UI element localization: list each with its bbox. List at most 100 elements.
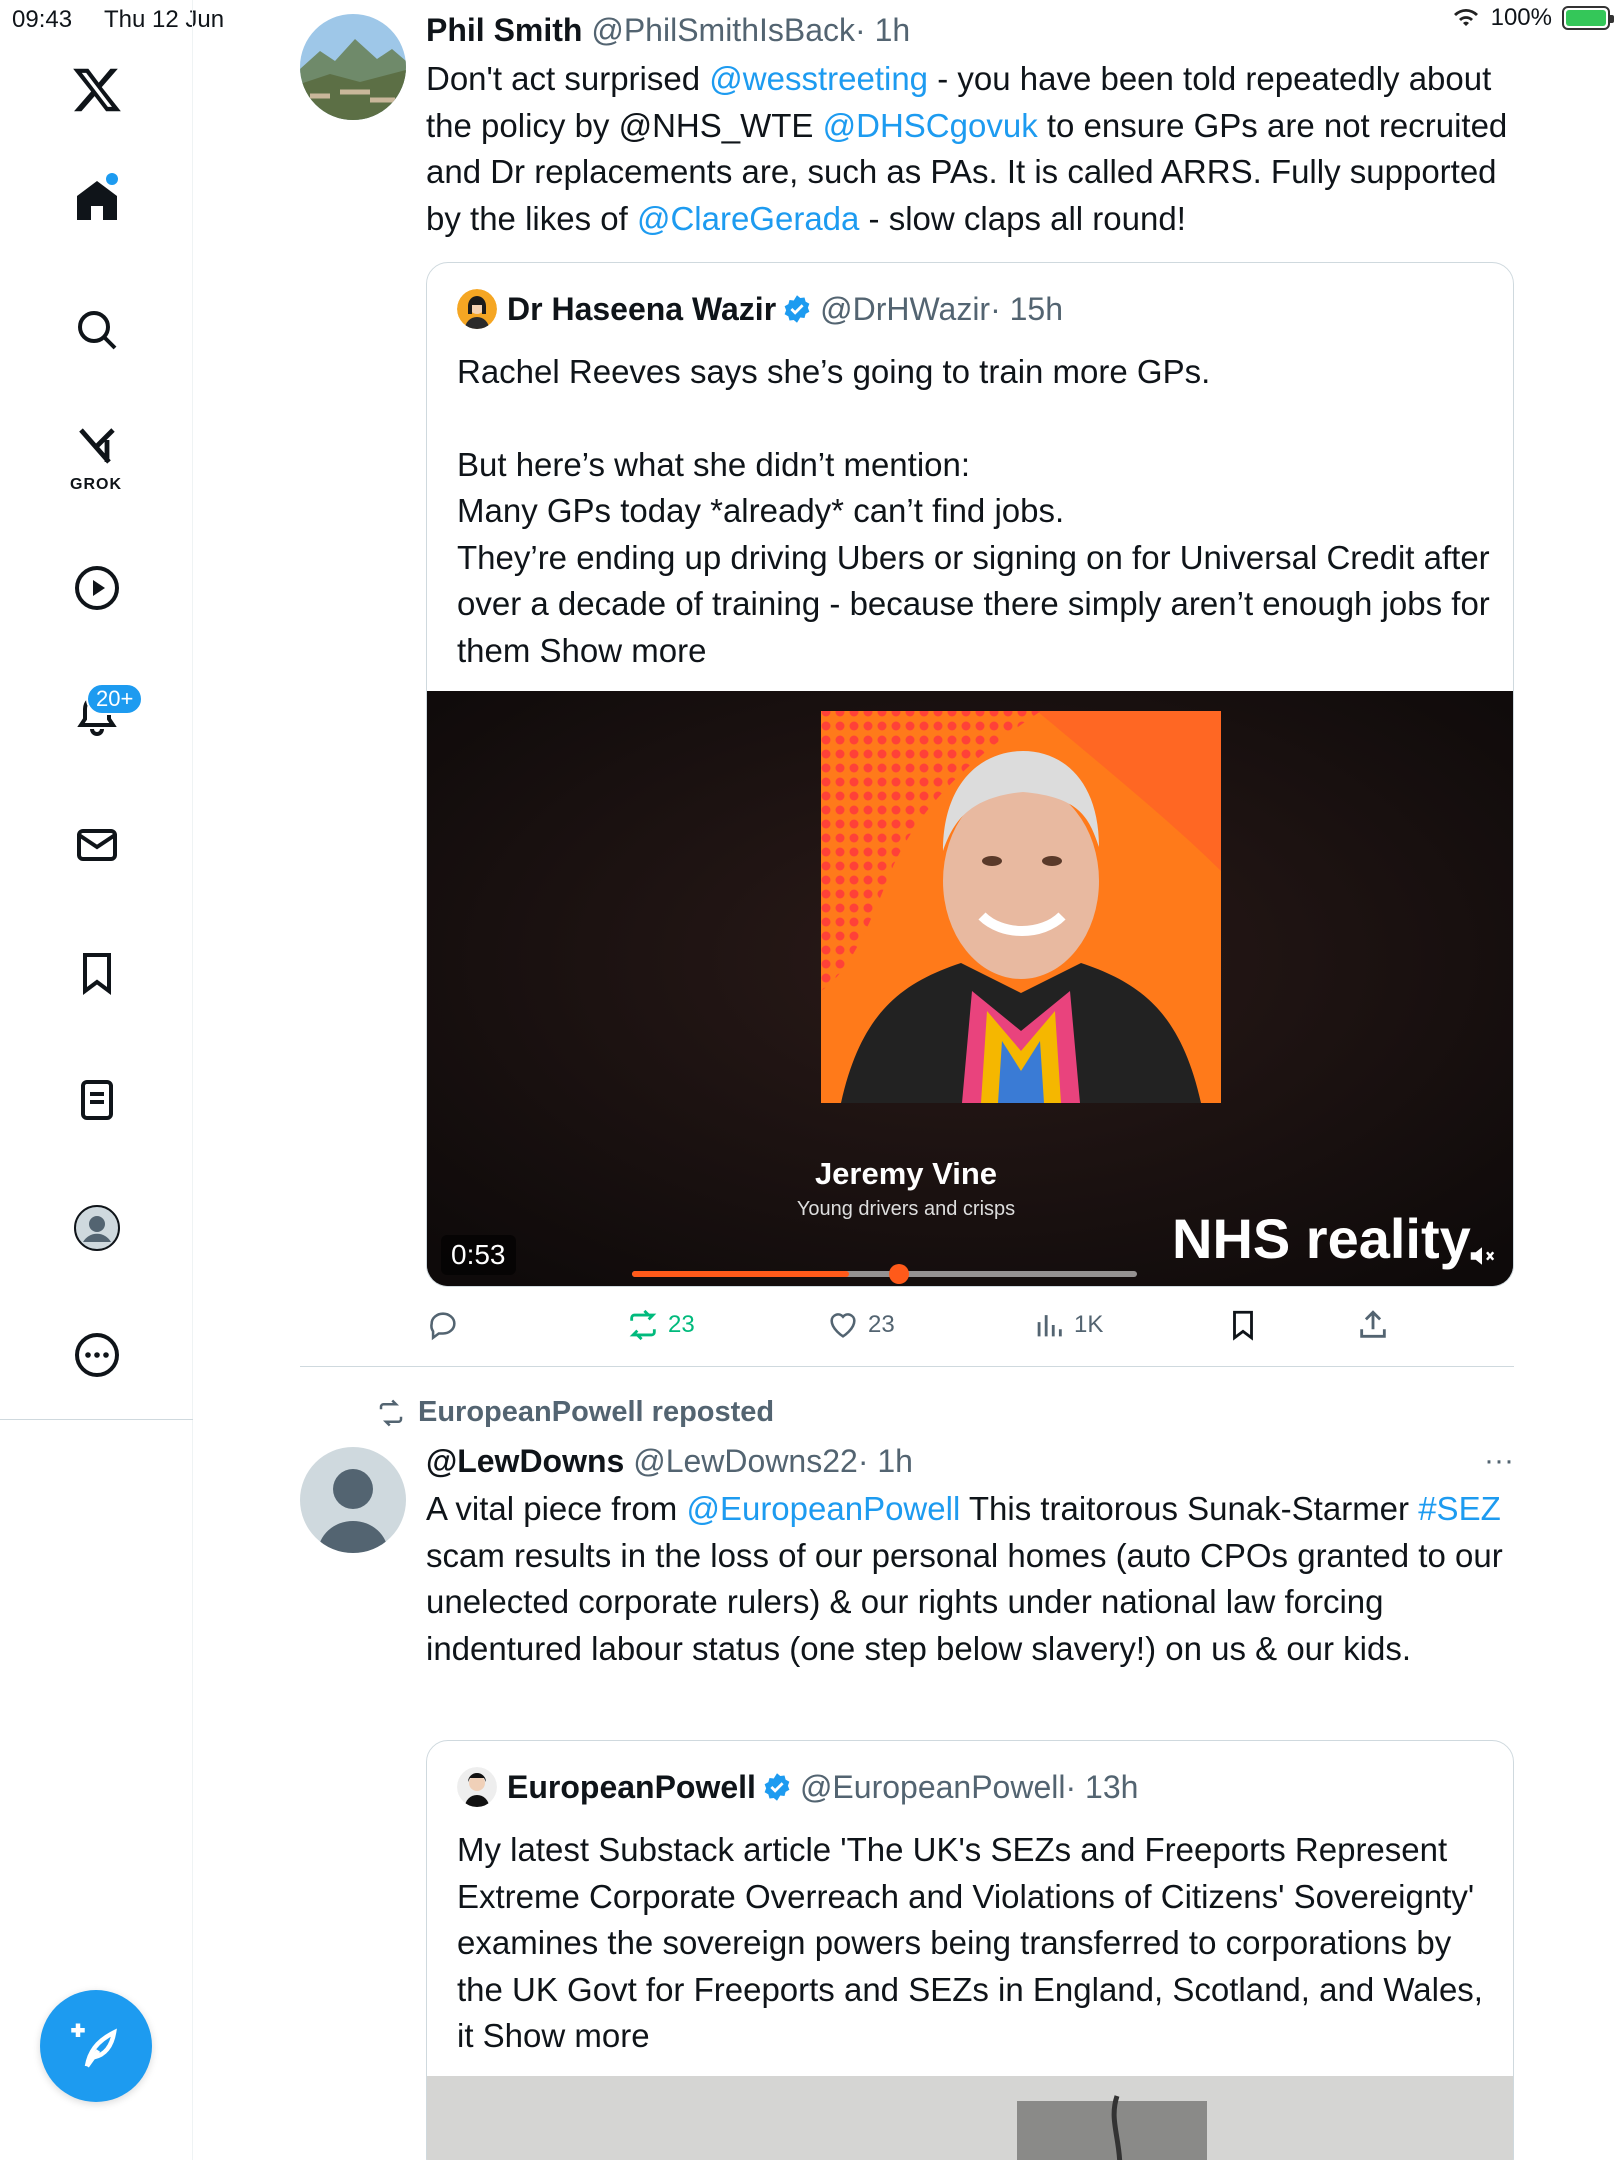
nav-profile[interactable]	[0, 1183, 193, 1273]
quote-text: My latest Substack article 'The UK's SEZ…	[457, 1827, 1497, 2060]
nav-lists[interactable]	[0, 1055, 193, 1145]
video-duration: 0:53	[441, 1235, 516, 1275]
play-icon	[74, 566, 119, 610]
mention-link[interactable]: @DHSCgovuk	[823, 107, 1038, 144]
video-overlay-text: NHS reality	[1172, 1207, 1471, 1270]
tweet-text: Don't act surprised @wesstreeting - you …	[426, 56, 1514, 242]
article-image-graphic	[427, 2076, 1513, 2160]
home-unread-dot	[106, 173, 118, 185]
grok-icon	[78, 428, 115, 464]
show-more-link[interactable]: Show more	[483, 2017, 650, 2054]
tweet-time[interactable]: · 1h	[855, 12, 910, 48]
reply-icon	[430, 1312, 456, 1341]
quote-line: Rachel Reeves says she’s going to train …	[457, 353, 1211, 390]
nav-messages[interactable]	[0, 800, 193, 890]
tweet-time[interactable]: · 1h	[858, 1443, 913, 1479]
video-scrubber[interactable]	[889, 1264, 910, 1284]
bookmark-icon	[82, 953, 111, 995]
bookmark-button[interactable]	[1226, 1308, 1260, 1342]
views-chart-icon	[1037, 1315, 1062, 1337]
show-more-link[interactable]: Show more	[540, 632, 707, 669]
mention-link[interactable]: @wesstreeting	[709, 60, 928, 97]
retweet-icon	[379, 1399, 403, 1426]
repost-indicator: EuropeanPowell reposted	[376, 1396, 774, 1429]
quote-text: Rachel Reeves says she’s going to train …	[457, 349, 1497, 674]
nav-more[interactable]	[0, 1310, 193, 1400]
quote-line: But here’s what she didn’t mention:	[457, 445, 971, 483]
like-button[interactable]: 23	[826, 1308, 895, 1342]
mention-link[interactable]: @ClareGerada	[637, 200, 859, 237]
avatar-lewdowns[interactable]	[300, 1447, 406, 1553]
mute-icon[interactable]	[1467, 1241, 1497, 1271]
mention-link[interactable]: #SEZ	[1418, 1490, 1501, 1527]
tweet-text-segment: - slow claps all round!	[859, 199, 1186, 237]
quoted-tweet-haseena[interactable]: Dr Haseena Wazir @DrHWazir · 15h Rachel R…	[426, 262, 1514, 1287]
more-circle-icon	[74, 1333, 119, 1377]
quote-author-handle[interactable]: @DrHWazir	[820, 289, 990, 329]
heart-icon	[830, 1313, 856, 1338]
nav-notifications[interactable]: 20+	[0, 670, 193, 760]
video-progress-fill	[632, 1271, 850, 1277]
x-logo-icon[interactable]	[0, 45, 193, 135]
profile-avatar-icon	[73, 1205, 120, 1251]
nav-search[interactable]	[0, 285, 193, 375]
nav-grok[interactable]: GROK	[0, 410, 193, 500]
video-player[interactable]: Jeremy Vine Young drivers and crisps NHS…	[427, 691, 1513, 1286]
compose-feather-icon	[71, 2023, 117, 2068]
quote-author-name[interactable]: EuropeanPowell	[507, 1767, 756, 1807]
tweet-header: @LewDowns @LewDowns22· 1h ···	[426, 1441, 1514, 1481]
share-icon	[1360, 1310, 1386, 1338]
video-caption-name: Jeremy Vine	[814, 1156, 998, 1191]
sidebar-divider	[0, 1419, 193, 1420]
author-handle[interactable]: @LewDowns22	[633, 1443, 858, 1479]
nav-videos[interactable]	[0, 543, 193, 633]
tweet-text: A vital piece from @EuropeanPowell This …	[426, 1486, 1514, 1672]
avatar-phil-smith[interactable]	[300, 14, 406, 120]
battery-icon	[1562, 6, 1614, 30]
nav-bookmarks[interactable]	[0, 928, 193, 1018]
quote-header: Dr Haseena Wazir @DrHWazir · 15h	[457, 289, 1063, 329]
more-options-icon[interactable]: ···	[1484, 1441, 1514, 1481]
verified-badge-icon	[764, 1773, 790, 1801]
compose-post-button[interactable]	[40, 1990, 152, 2102]
mail-icon	[76, 829, 117, 861]
retweet-button[interactable]: 23	[626, 1308, 695, 1342]
tweet-header: Phil Smith @PhilSmithIsBack· 1h	[426, 10, 1514, 50]
article-image[interactable]	[427, 2076, 1513, 2160]
video-progress-track[interactable]	[632, 1264, 1137, 1284]
tweet-text-segment: scam results in the loss of our personal…	[426, 1536, 1503, 1667]
grok-label: GROK	[70, 476, 122, 493]
avatar-europeanpowell[interactable]	[457, 1767, 497, 1807]
search-icon	[77, 311, 116, 350]
reply-button[interactable]	[426, 1308, 460, 1342]
author-name[interactable]: @LewDowns	[426, 1443, 624, 1479]
retweet-icon	[629, 1309, 657, 1341]
reposted-by[interactable]: EuropeanPowell reposted	[418, 1396, 774, 1429]
quoted-tweet-europeanpowell[interactable]: EuropeanPowell @EuropeanPowell · 13h My l…	[426, 1740, 1514, 2160]
tweet-text-segment: This traitorous Sunak-Starmer	[960, 1490, 1419, 1527]
quote-author-handle[interactable]: @EuropeanPowell	[800, 1767, 1066, 1807]
quote-line: Many GPs today *already* can’t find jobs…	[457, 492, 1065, 529]
views-button[interactable]: 1K	[1032, 1308, 1103, 1342]
tweet-actions: 23 23 1K	[426, 1308, 1426, 1358]
mention-link[interactable]: @EuropeanPowell	[686, 1490, 960, 1527]
tweet-text-segment: Don't act surprised	[426, 60, 710, 97]
quote-time[interactable]: · 15h	[990, 289, 1063, 329]
sidebar: GROK 20+	[0, 0, 193, 2160]
quote-time[interactable]: · 13h	[1065, 1767, 1138, 1807]
nav-home[interactable]	[0, 155, 193, 245]
avatar-haseena[interactable]	[457, 289, 497, 329]
author-name[interactable]: Phil Smith	[426, 12, 582, 48]
bookmark-icon	[1233, 1310, 1253, 1341]
quote-author-name[interactable]: Dr Haseena Wazir	[507, 289, 776, 329]
list-icon	[80, 1080, 113, 1120]
share-button[interactable]	[1356, 1308, 1390, 1342]
view-count: 1K	[1074, 1311, 1104, 1338]
like-count: 23	[868, 1311, 895, 1338]
retweet-count: 23	[668, 1311, 695, 1338]
author-handle[interactable]: @PhilSmithIsBack	[591, 12, 855, 48]
tweet-text-segment: A vital piece from	[426, 1490, 687, 1527]
tweet-separator	[300, 1366, 1514, 1367]
quote-header: EuropeanPowell @EuropeanPowell · 13h	[457, 1767, 1138, 1807]
notification-badge: 20+	[86, 683, 144, 715]
